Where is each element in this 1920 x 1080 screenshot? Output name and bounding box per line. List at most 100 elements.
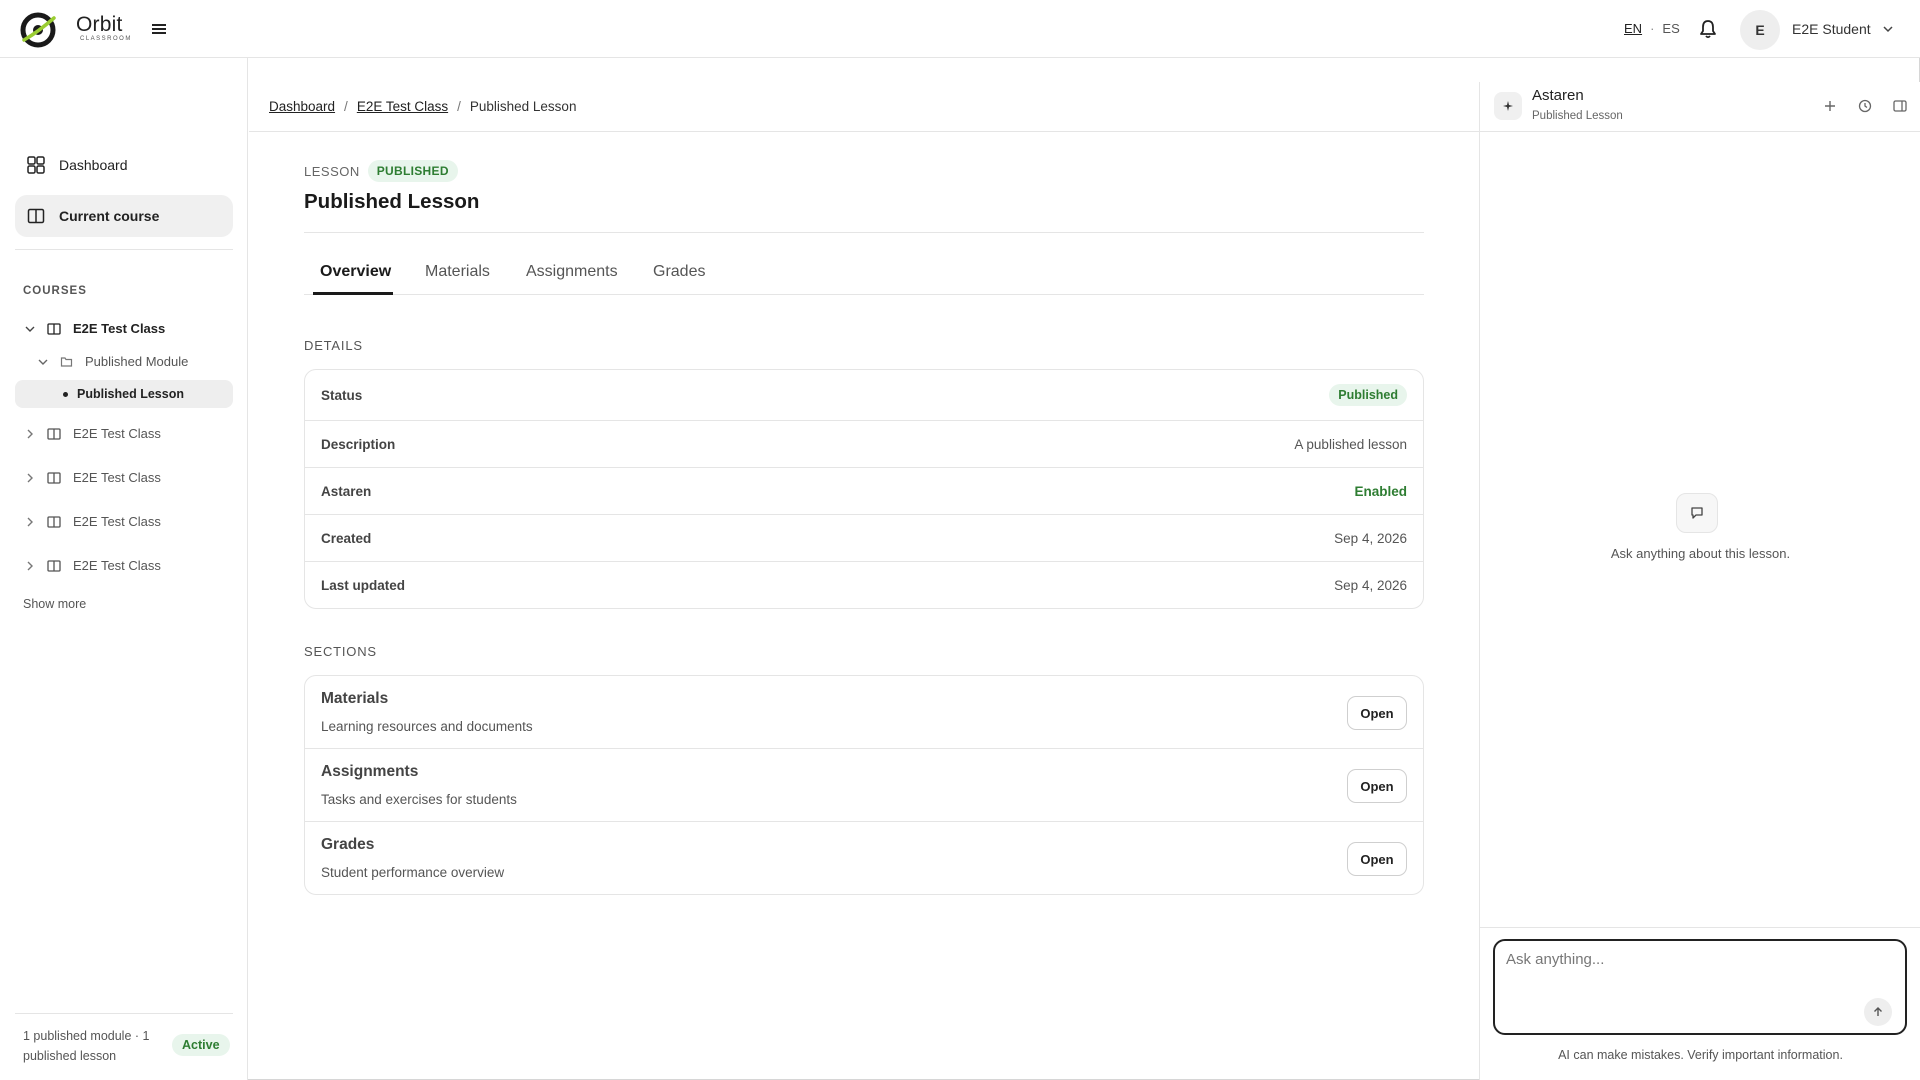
section-title: Materials	[321, 690, 389, 707]
course-item[interactable]: E2E Test Class	[25, 514, 161, 529]
section-description: Tasks and exercises for students	[321, 792, 517, 807]
chevron-right-icon[interactable]	[25, 561, 35, 571]
open-assignments-button[interactable]: Open	[1347, 769, 1407, 803]
course-item[interactable]: E2E Test Class	[25, 470, 161, 485]
section-row-grades: Grades Student performance overview Open	[305, 822, 1423, 894]
folder-icon	[60, 357, 73, 367]
detail-value: Sep 4, 2026	[1334, 530, 1407, 546]
menu-icon[interactable]	[148, 18, 170, 40]
details-heading: DETAILS	[304, 338, 363, 353]
lang-es[interactable]: ES	[1662, 21, 1679, 36]
brand-sub: CLASSROOM	[80, 36, 132, 42]
bell-icon[interactable]	[1698, 18, 1718, 40]
book-icon	[47, 322, 61, 335]
status-badge: Published	[1329, 384, 1407, 406]
section-description: Learning resources and documents	[321, 719, 533, 734]
active-tab-indicator	[313, 292, 393, 295]
course-label: E2E Test Class	[73, 470, 161, 485]
sidebar-divider	[15, 249, 233, 250]
courses-heading: COURSES	[23, 285, 87, 297]
book-icon	[47, 471, 61, 484]
detail-key: Description	[321, 436, 396, 452]
history-icon[interactable]	[1857, 98, 1873, 114]
lesson-item-active[interactable]: Published Lesson	[15, 380, 233, 408]
sections-heading: SECTIONS	[304, 644, 377, 659]
language-switcher: EN · ES	[1624, 21, 1680, 36]
course-label: E2E Test Class	[73, 514, 161, 529]
detail-key: Last updated	[321, 578, 406, 593]
course-item-open[interactable]: E2E Test Class	[25, 321, 165, 336]
breadcrumb-link[interactable]: Dashboard	[269, 99, 335, 114]
details-card: Status Published Description A published…	[304, 369, 1424, 609]
chat-bubble-icon	[1676, 493, 1718, 533]
lesson-label: Published Lesson	[77, 387, 184, 401]
section-row-materials: Materials Learning resources and documen…	[305, 676, 1423, 749]
sparkle-icon	[1494, 92, 1522, 120]
status-badge: PUBLISHED	[367, 160, 458, 182]
assistant-name: Astaren	[1532, 87, 1584, 104]
course-item[interactable]: E2E Test Class	[25, 558, 161, 573]
show-more-link[interactable]: Show more	[23, 597, 86, 611]
status-badge: Active	[172, 1034, 230, 1056]
course-label: E2E Test Class	[73, 558, 161, 573]
module-label: Published Module	[85, 354, 189, 369]
breadcrumb-link[interactable]: E2E Test Class	[357, 99, 448, 114]
breadcrumb-separator: /	[344, 99, 348, 114]
open-grades-button[interactable]: Open	[1347, 842, 1407, 876]
section-title: Grades	[321, 836, 375, 853]
book-icon	[27, 208, 45, 224]
sections-card: Materials Learning resources and documen…	[304, 675, 1424, 895]
detail-value: Enabled	[1354, 483, 1407, 499]
tab-overview[interactable]: Overview	[320, 263, 391, 281]
course-label: E2E Test Class	[73, 321, 166, 336]
lesson-type-label: LESSON	[304, 163, 360, 179]
course-label: E2E Test Class	[73, 426, 161, 441]
sidebar-toggle-icon[interactable]	[1892, 98, 1908, 114]
assistant-empty-state: Ask anything about this lesson.	[1610, 546, 1791, 561]
sidebar-item-current-course[interactable]: Current course	[15, 195, 233, 237]
send-button[interactable]	[1864, 998, 1892, 1026]
detail-key: Created	[321, 530, 372, 546]
book-icon	[47, 427, 61, 440]
detail-row-created: Created Sep 4, 2026	[305, 515, 1423, 562]
section-title: Assignments	[321, 763, 419, 780]
open-materials-button[interactable]: Open	[1347, 696, 1407, 730]
dashboard-grid-icon	[27, 156, 45, 174]
logo-icon[interactable]	[20, 12, 56, 48]
user-name[interactable]: E2E Student	[1792, 21, 1871, 37]
arrow-up-icon	[1874, 1007, 1882, 1016]
tab-grades[interactable]: Grades	[653, 263, 705, 281]
course-item[interactable]: E2E Test Class	[25, 426, 161, 441]
chevron-right-icon[interactable]	[25, 429, 35, 439]
detail-key: Status	[321, 387, 363, 403]
chevron-down-icon[interactable]	[25, 324, 35, 334]
lesson-kicker: LESSON PUBLISHED	[304, 160, 458, 182]
assistant-context: Published Lesson	[1532, 110, 1623, 122]
detail-row-last-updated: Last updated Sep 4, 2026	[305, 562, 1423, 608]
sidebar-item-dashboard[interactable]: Dashboard	[15, 144, 233, 186]
detail-row-description: Description A published lesson	[305, 421, 1423, 468]
chevron-right-icon[interactable]	[25, 473, 35, 483]
lesson-tabs: Overview Materials Assignments Grades	[304, 256, 1424, 295]
chevron-down-icon[interactable]	[38, 357, 48, 367]
top-bar: Orbit CLASSROOM EN · ES E E2E Student	[0, 0, 1920, 58]
avatar[interactable]: E	[1740, 10, 1780, 50]
chevron-right-icon[interactable]	[25, 517, 35, 527]
assistant-header: Astaren Published Lesson	[1480, 82, 1920, 132]
plus-icon[interactable]	[1822, 98, 1838, 114]
tab-assignments[interactable]: Assignments	[526, 263, 618, 281]
brand-name: Orbit	[76, 13, 123, 36]
module-item[interactable]: Published Module	[38, 354, 188, 369]
chat-input[interactable]	[1493, 939, 1907, 1035]
lang-en[interactable]: EN	[1624, 21, 1642, 36]
composer-divider	[1480, 927, 1920, 928]
sidebar-item-label: Dashboard	[59, 157, 128, 173]
detail-row-astaren: Astaren Enabled	[305, 468, 1423, 515]
tab-materials[interactable]: Materials	[425, 263, 490, 281]
chevron-down-icon[interactable]	[1882, 23, 1894, 35]
detail-row-status: Status Published	[305, 370, 1423, 421]
lang-separator: ·	[1650, 21, 1655, 36]
detail-value: A published lesson	[1294, 436, 1407, 452]
page-title: Published Lesson	[304, 190, 480, 213]
book-icon	[47, 559, 61, 572]
